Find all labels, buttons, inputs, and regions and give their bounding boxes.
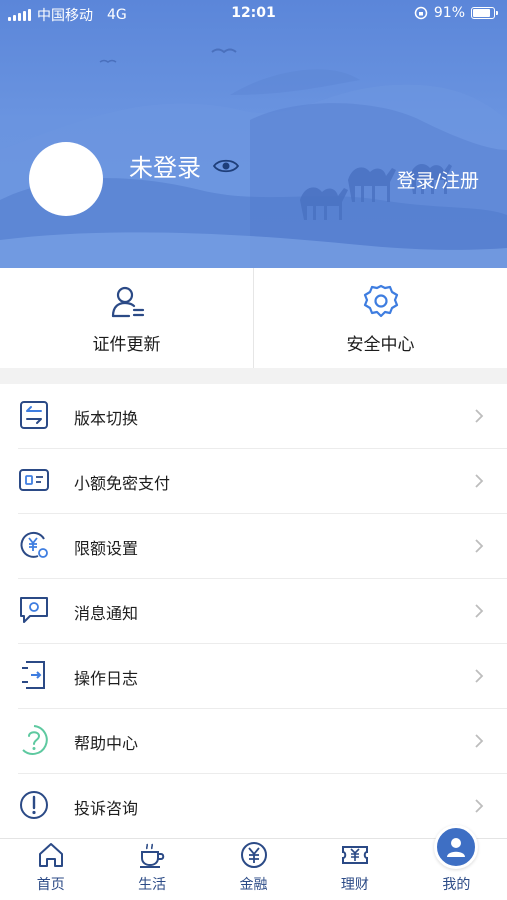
rotation-lock-icon	[414, 6, 428, 20]
tab-mine[interactable]: 我的	[406, 825, 507, 900]
user-id-icon	[111, 286, 144, 317]
status-bar: 中国移动 4G 12:01 91%	[0, 0, 507, 28]
user-icon	[434, 825, 479, 869]
quick-action-label: 安全中心	[346, 334, 415, 355]
help-icon	[22, 725, 48, 755]
section-gap	[0, 368, 507, 384]
message-icon	[20, 597, 48, 623]
quick-action-security[interactable]: 安全中心	[254, 268, 507, 368]
battery-level	[473, 9, 490, 17]
card-icon	[19, 469, 49, 491]
menu-item-label: 版本切换	[74, 408, 139, 428]
chevron-right-icon	[475, 474, 484, 488]
profile-header: 中国移动 4G 12:01 91% 未登录 登录/注册	[0, 0, 507, 268]
quick-actions: 证件更新 安全中心	[0, 268, 507, 368]
settings-menu: 版本切换 小额免密支付 限额设置 消息通知 操作日志 帮助中心 投诉咨询	[0, 384, 507, 839]
menu-item-label: 操作日志	[74, 668, 139, 688]
login-register-link[interactable]: 登录/注册	[397, 166, 479, 193]
avatar[interactable]	[29, 142, 103, 216]
menu-item-limit-settings[interactable]: 限额设置	[0, 514, 507, 579]
menu-item-label: 消息通知	[74, 603, 139, 623]
tab-bar: 首页 生活 金融 理财 我的	[0, 825, 507, 900]
menu-item-label: 限额设置	[74, 538, 139, 558]
chevron-right-icon	[475, 539, 484, 553]
menu-item-operation-log[interactable]: 操作日志	[0, 644, 507, 709]
menu-item-label: 投诉咨询	[74, 798, 139, 818]
menu-item-small-payment[interactable]: 小额免密支付	[0, 449, 507, 514]
switch-icon	[20, 401, 48, 429]
gear-icon	[363, 284, 398, 317]
login-status-text: 未登录	[129, 154, 201, 182]
home-icon	[38, 843, 63, 867]
tab-home[interactable]: 首页	[0, 839, 101, 900]
quick-action-id-update[interactable]: 证件更新	[0, 268, 253, 368]
chevron-right-icon	[475, 799, 484, 813]
login-status: 未登录	[129, 148, 239, 183]
menu-item-label: 帮助中心	[74, 733, 139, 753]
tab-label: 金融	[239, 877, 268, 893]
log-icon	[22, 661, 45, 689]
menu-item-help-center[interactable]: 帮助中心	[0, 709, 507, 774]
chevron-right-icon	[475, 669, 484, 683]
tab-label: 生活	[138, 877, 167, 893]
yuan-coin-icon	[240, 842, 267, 868]
battery-percent: 91%	[433, 5, 465, 21]
cup-icon	[140, 843, 165, 868]
menu-item-complaints[interactable]: 投诉咨询	[0, 774, 507, 839]
chevron-right-icon	[475, 734, 484, 748]
eye-icon[interactable]	[213, 158, 239, 174]
desert-background	[0, 48, 507, 268]
tab-label: 我的	[442, 877, 471, 893]
menu-item-label: 小额免密支付	[74, 473, 171, 493]
quick-action-label: 证件更新	[92, 334, 161, 355]
tab-label: 首页	[36, 877, 65, 893]
chevron-right-icon	[475, 604, 484, 618]
battery-icon	[471, 7, 498, 19]
menu-item-notifications[interactable]: 消息通知	[0, 579, 507, 644]
tab-label: 理财	[340, 877, 369, 893]
status-right: 91%	[414, 5, 498, 21]
menu-item-version-switch[interactable]: 版本切换	[0, 384, 507, 449]
ticket-icon	[341, 846, 368, 864]
alert-icon	[20, 791, 48, 819]
chevron-right-icon	[475, 409, 484, 423]
tab-life[interactable]: 生活	[101, 839, 202, 900]
tab-wealth[interactable]: 理财	[304, 839, 405, 900]
yuan-settings-icon	[20, 531, 48, 558]
tab-finance[interactable]: 金融	[203, 839, 304, 900]
